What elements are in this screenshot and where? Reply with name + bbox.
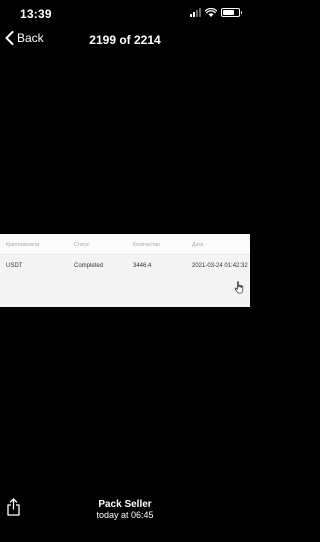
cell-date: 2021-03-24 01:42:32	[192, 263, 248, 269]
status-time: 13:39	[20, 7, 52, 21]
hand-pointer-icon	[234, 281, 244, 294]
battery-icon	[221, 8, 242, 17]
signal-bar	[196, 10, 198, 17]
cell-status: Completed	[74, 263, 104, 269]
status-icons	[190, 8, 242, 17]
column-header-crypto: Криптовалюта	[6, 242, 40, 248]
status-bar: 13:39	[0, 0, 250, 30]
bottom-bar: Pack Seller today at 06:45	[0, 490, 250, 542]
column-header-date: Дата	[192, 242, 204, 248]
cell-crypto: USDT	[6, 263, 23, 269]
page-title: 2199 of 2214	[89, 33, 161, 47]
column-header-status: Статус	[74, 242, 90, 248]
signal-bar	[190, 14, 192, 17]
column-header-amount: Количество	[133, 242, 160, 248]
table-header: Криптовалюта Статус Количество Дата	[0, 234, 250, 255]
battery-level	[223, 10, 234, 15]
cell-amount: 3446.4	[133, 263, 152, 269]
sender-name: Pack Seller	[98, 499, 152, 510]
nav-bar: Back 2199 of 2214	[0, 28, 250, 54]
signal-icon	[190, 8, 201, 17]
signal-bar	[199, 8, 201, 17]
wifi-icon	[205, 8, 217, 17]
sent-time: today at 06:45	[96, 510, 154, 520]
signal-bar	[193, 12, 195, 17]
screenshot-image[interactable]: Криптовалюта Статус Количество Дата USDT…	[0, 234, 250, 307]
